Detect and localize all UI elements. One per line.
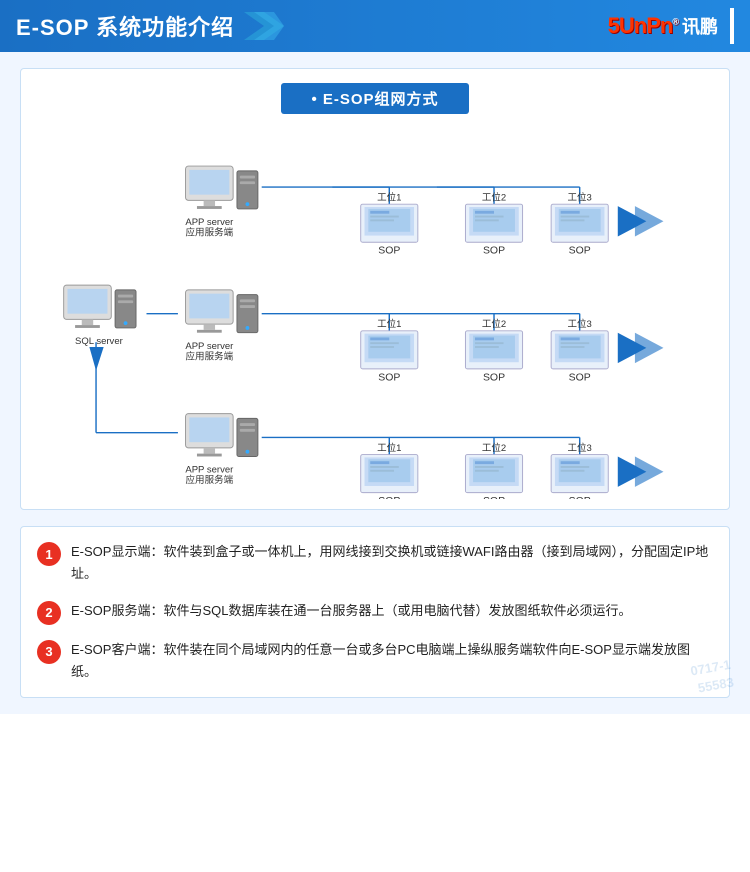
svg-text:APP server: APP server — [185, 341, 234, 352]
header-left: E-SOP 系统功能介绍 — [16, 10, 284, 42]
svg-text:工位2: 工位2 — [482, 442, 506, 454]
svg-text:APP server: APP server — [185, 217, 234, 228]
logo-xunpeng-text: 讯鹏 — [682, 13, 718, 39]
header-arrow-icon — [244, 12, 284, 40]
svg-text:工位3: 工位3 — [568, 318, 592, 330]
desc-num-1: 1 — [37, 542, 61, 566]
svg-text:工位2: 工位2 — [482, 318, 506, 330]
svg-text:应用服务端: 应用服务端 — [186, 474, 234, 486]
svg-text:应用服务端: 应用服务端 — [186, 227, 234, 239]
svg-text:工位1: 工位1 — [377, 318, 401, 330]
desc-text-2: E-SOP服务端：软件与SQL数据库装在通一台服务器上（或用电脑代替）发放图纸软… — [71, 600, 631, 622]
svg-text:APP server: APP server — [185, 465, 234, 476]
network-diagram: APP server 应用服务端 工位1 — [37, 128, 713, 499]
app-server-1: APP server 应用服务端 — [185, 166, 258, 239]
sql-server: SQL server — [64, 285, 136, 347]
svg-text:SQL server: SQL server — [75, 336, 124, 347]
desc-text-1: E-SOP显示端：软件装到盒子或一体机上，用网线接到交换机或链接WAFI路由器（… — [71, 541, 713, 585]
desc-num-2: 2 — [37, 601, 61, 625]
main-content: E-SOP组网方式 — [0, 52, 750, 714]
svg-text:工位1: 工位1 — [377, 191, 401, 203]
svg-text:SOP: SOP — [569, 496, 591, 499]
page-title: E-SOP 系统功能介绍 — [16, 10, 234, 42]
logo-divider — [730, 8, 734, 44]
logo-sunpn-text: 5UnPn® — [608, 13, 678, 39]
brand-logo: 5UnPn® 讯鹏 — [608, 8, 734, 44]
svg-text:SOP: SOP — [569, 246, 591, 257]
svg-text:工位1: 工位1 — [377, 442, 401, 454]
svg-text:工位3: 工位3 — [568, 191, 592, 203]
svg-text:SOP: SOP — [483, 372, 505, 383]
desc-text-3: E-SOP客户端：软件装在同个局域网内的任意一台或多台PC电脑端上操纵服务端软件… — [71, 639, 713, 683]
svg-text:SOP: SOP — [569, 372, 591, 383]
desc-item-1: 1 E-SOP显示端：软件装到盒子或一体机上，用网线接到交换机或链接WAFI路由… — [37, 541, 713, 585]
desc-item-3: 3 E-SOP客户端：软件装在同个局域网内的任意一台或多台PC电脑端上操纵服务端… — [37, 639, 713, 683]
app-server-2: APP server 应用服务端 — [185, 290, 258, 363]
svg-text:应用服务端: 应用服务端 — [186, 350, 234, 362]
desc-item-2: 2 E-SOP服务端：软件与SQL数据库装在通一台服务器上（或用电脑代替）发放图… — [37, 600, 713, 625]
network-title: E-SOP组网方式 — [281, 83, 468, 114]
svg-text:SOP: SOP — [378, 246, 400, 257]
svg-text:SOP: SOP — [378, 496, 400, 499]
svg-text:SOP: SOP — [378, 372, 400, 383]
svg-text:SOP: SOP — [483, 246, 505, 257]
network-diagram-box: E-SOP组网方式 — [20, 68, 730, 510]
svg-text:SOP: SOP — [483, 496, 505, 499]
diagram-svg: APP server 应用服务端 工位1 — [37, 128, 713, 499]
desc-num-3: 3 — [37, 640, 61, 664]
svg-text:工位3: 工位3 — [568, 442, 592, 454]
network-title-bar: E-SOP组网方式 — [37, 83, 713, 114]
page-header: E-SOP 系统功能介绍 5UnPn® 讯鹏 — [0, 0, 750, 52]
app-server-3: APP server 应用服务端 — [185, 414, 258, 487]
svg-text:工位2: 工位2 — [482, 191, 506, 203]
description-section: 1 E-SOP显示端：软件装到盒子或一体机上，用网线接到交换机或链接WAFI路由… — [20, 526, 730, 697]
